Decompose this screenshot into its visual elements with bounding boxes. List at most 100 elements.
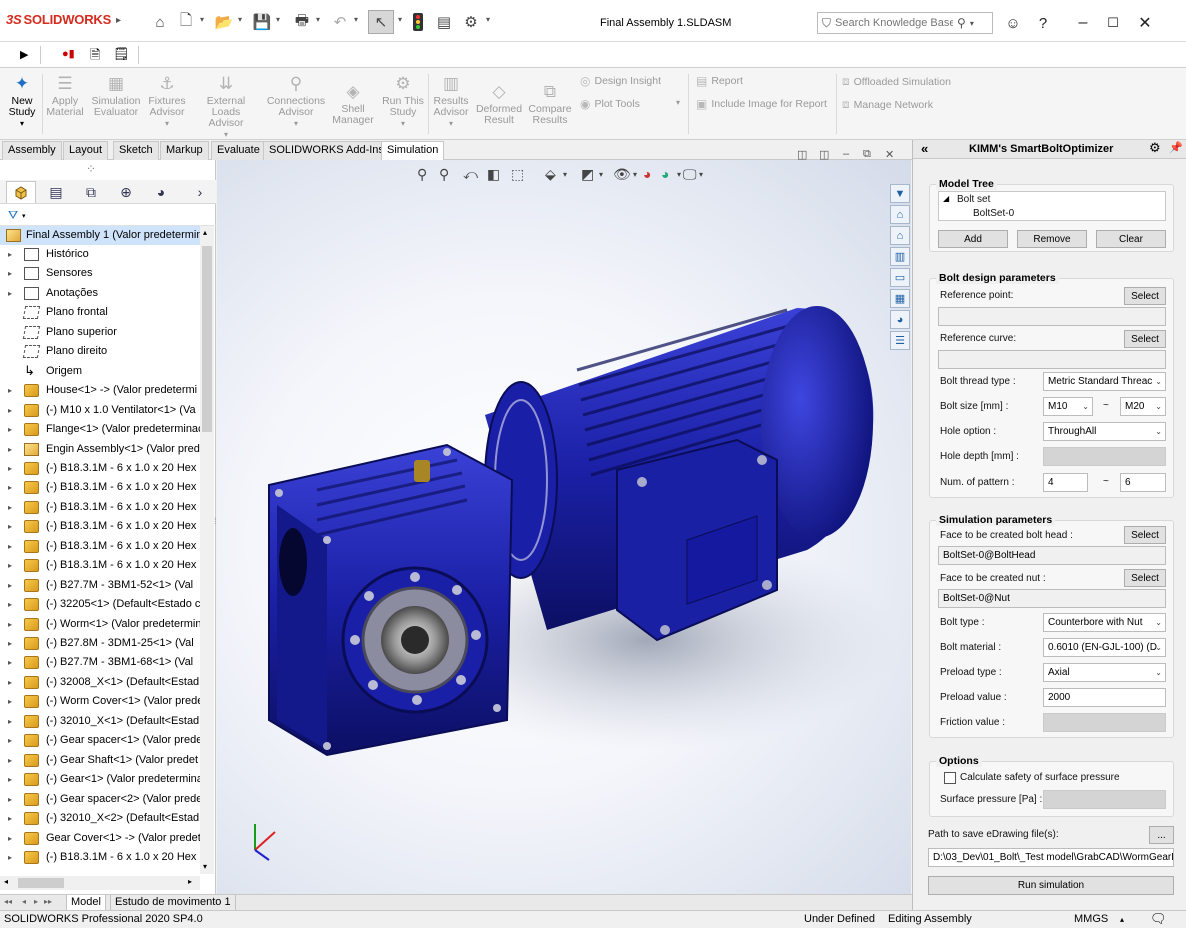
connections-advisor-button[interactable]: ⚲ Connections Advisor ▾ bbox=[264, 72, 328, 129]
worm-gear-motor-model[interactable] bbox=[217, 160, 911, 894]
filter-icon[interactable]: ⛛ bbox=[8, 208, 18, 223]
configuration-manager-tab-icon[interactable]: ⧉ bbox=[76, 181, 106, 203]
tree-item[interactable]: Plano direito bbox=[0, 342, 200, 361]
macro-edit-icon[interactable]: 🗒 bbox=[113, 46, 130, 62]
design-library-tab-icon[interactable]: ▥ bbox=[890, 247, 910, 266]
thread-type-select[interactable]: Metric Standard Threac ⌄ bbox=[1043, 372, 1166, 391]
settings-gear-icon[interactable]: ⚙ bbox=[1149, 140, 1161, 156]
tree-expand-icon[interactable]: ▸ bbox=[8, 634, 12, 653]
close-icon[interactable]: ✕ bbox=[1134, 12, 1156, 34]
dimxpert-tab-icon[interactable]: ⊕ bbox=[111, 181, 141, 203]
tree-item[interactable]: ▸ (-) 32010_X<1> (Default<Estad bbox=[0, 712, 200, 731]
tree-item[interactable]: ▸ (-) 32010_X<2> (Default<Estad bbox=[0, 809, 200, 828]
tree-expand-icon[interactable]: ▸ bbox=[8, 556, 12, 575]
manage-network-button[interactable]: ⧈ Manage Network bbox=[842, 97, 933, 112]
run-simulation-button[interactable]: Run simulation bbox=[928, 876, 1174, 895]
tree-item[interactable]: ▸ (-) B18.3.1M - 6 x 1.0 x 20 Hex bbox=[0, 848, 200, 867]
tree-expand-icon[interactable]: ▸ bbox=[8, 731, 12, 750]
offloaded-simulation-button[interactable]: ⧈ Offloaded Simulation bbox=[842, 74, 951, 89]
print-icon[interactable]: 🖶 bbox=[292, 12, 312, 32]
include-image-button[interactable]: ▣ Include Image for Report bbox=[696, 97, 827, 111]
select-reference-point-button[interactable]: Select bbox=[1124, 287, 1166, 305]
resources-tab-icon[interactable]: ⌂ bbox=[890, 205, 910, 224]
options-gear-icon[interactable]: ⚙ bbox=[461, 12, 481, 32]
tree-item[interactable]: ▸ House<1> -> (Valor predetermi bbox=[0, 381, 200, 400]
tree-expand-icon[interactable]: ▸ bbox=[8, 829, 12, 848]
undo-dropdown-icon[interactable]: ▾ bbox=[354, 15, 358, 24]
tab-sketch[interactable]: Sketch bbox=[113, 141, 159, 160]
tree-expand-icon[interactable]: ▸ bbox=[8, 381, 12, 400]
tree-item[interactable]: ▸ Engin Assembly<1> (Valor prede bbox=[0, 440, 200, 459]
tree-item[interactable]: ↳ Origem bbox=[0, 362, 200, 381]
file-explorer-tab-icon[interactable]: ▭ bbox=[890, 268, 910, 287]
pattern-min-field[interactable]: 4 bbox=[1043, 473, 1088, 492]
options-dropdown-icon[interactable]: ▾ bbox=[486, 15, 490, 24]
tree-node-bolt-set[interactable]: Bolt set bbox=[957, 194, 990, 205]
chevron-down-icon[interactable]: ▾ bbox=[676, 98, 680, 107]
add-button[interactable]: Add bbox=[938, 230, 1008, 248]
bolt-size-max-select[interactable]: M20 ⌄ bbox=[1120, 397, 1166, 416]
select-cursor-icon[interactable]: ↖ bbox=[368, 10, 394, 34]
tree-item[interactable]: ▸ Anotações bbox=[0, 284, 200, 303]
units-dropdown-icon[interactable]: ▴ bbox=[1120, 915, 1124, 924]
reference-curve-field[interactable] bbox=[938, 350, 1166, 369]
shell-manager-button[interactable]: ◈ Shell Manager bbox=[330, 80, 376, 126]
apply-material-button[interactable]: ☰ Apply Material bbox=[44, 72, 86, 118]
undo-icon[interactable]: ↶ bbox=[330, 12, 350, 32]
tree-item[interactable]: ▸ (-) B18.3.1M - 6 x 1.0 x 20 Hex bbox=[0, 498, 200, 517]
tab-scroll-next-icon[interactable]: ▸ bbox=[34, 897, 38, 906]
help-icon[interactable]: ? bbox=[1032, 12, 1054, 34]
tree-expand-icon[interactable]: ▸ bbox=[8, 537, 12, 556]
tree-item[interactable]: ▸ (-) Gear spacer<1> (Valor predet bbox=[0, 731, 200, 750]
select-nut-face-button[interactable]: Select bbox=[1124, 569, 1166, 587]
home-tab-icon[interactable]: ⌂ bbox=[890, 226, 910, 245]
design-insight-button[interactable]: ◎ Design Insight bbox=[580, 74, 661, 88]
pattern-max-field[interactable]: 6 bbox=[1120, 473, 1166, 492]
save-dropdown-icon[interactable]: ▾ bbox=[276, 15, 280, 24]
select-dropdown-icon[interactable]: ▾ bbox=[398, 15, 402, 24]
plot-tools-button[interactable]: ◉ Plot Tools bbox=[580, 97, 640, 111]
reference-point-field[interactable] bbox=[938, 307, 1166, 326]
report-button[interactable]: ▤ Report bbox=[696, 74, 743, 88]
macro-new-icon[interactable]: 🗎 bbox=[90, 46, 100, 68]
bolt-head-face-field[interactable]: BoltSet-0@BoltHead bbox=[938, 546, 1166, 565]
tree-expand-icon[interactable]: ▸ bbox=[8, 809, 12, 828]
edrawing-path-field[interactable]: D:\03_Dev\01_Bolt\_Test model\GrabCAD\Wo… bbox=[928, 848, 1174, 867]
panel-grip-icon[interactable]: ⁘ bbox=[86, 162, 96, 176]
search-box[interactable]: ⛉ ⚲ ▾ bbox=[817, 12, 993, 34]
select-bolt-head-face-button[interactable]: Select bbox=[1124, 526, 1166, 544]
user-account-icon[interactable]: ☺ bbox=[1002, 12, 1024, 34]
hole-depth-field[interactable] bbox=[1043, 447, 1166, 466]
tree-item[interactable]: ▸ (-) B18.3.1M - 6 x 1.0 x 20 Hex bbox=[0, 537, 200, 556]
tree-item[interactable]: ▸ (-) Gear Shaft<1> (Valor predet bbox=[0, 751, 200, 770]
property-manager-tab-icon[interactable]: ▤ bbox=[41, 181, 71, 203]
new-study-button[interactable]: ✦ New Study ▾ bbox=[4, 72, 40, 129]
tab-evaluate[interactable]: Evaluate bbox=[211, 141, 266, 160]
smartbolt-tab-icon[interactable]: ▼ bbox=[890, 184, 910, 203]
tab-model[interactable]: Model bbox=[66, 895, 106, 911]
tree-expand-icon[interactable]: ▸ bbox=[8, 615, 12, 634]
surface-pressure-checkbox[interactable] bbox=[944, 772, 956, 784]
hole-option-select[interactable]: ThroughAll ⌄ bbox=[1043, 422, 1166, 441]
minimize-icon[interactable]: – bbox=[1072, 12, 1094, 34]
tab-simulation[interactable]: Simulation bbox=[381, 141, 445, 161]
tree-expand-icon[interactable]: ▸ bbox=[8, 517, 12, 536]
open-dropdown-icon[interactable]: ▾ bbox=[238, 15, 242, 24]
file-properties-icon[interactable]: ▤ bbox=[434, 12, 454, 32]
tree-expand-icon[interactable]: ▸ bbox=[8, 420, 12, 439]
tab-scroll-prev-icon[interactable]: ◂ bbox=[22, 897, 26, 906]
pin-icon[interactable]: 📌 bbox=[1169, 141, 1183, 154]
tree-item[interactable]: ▸ (-) Worm Cover<1> (Valor prede bbox=[0, 692, 200, 711]
view-palette-tab-icon[interactable]: ▦ bbox=[890, 289, 910, 308]
tree-expand-icon[interactable]: ▸ bbox=[8, 459, 12, 478]
filter-dropdown-icon[interactable]: ▾ bbox=[22, 212, 26, 220]
tree-expand-icon[interactable]: ▸ bbox=[8, 264, 12, 283]
simulation-evaluator-button[interactable]: ▦ Simulation Evaluator bbox=[88, 72, 144, 118]
new-document-icon[interactable]: 🗋 bbox=[176, 12, 196, 32]
preload-type-select[interactable]: Axial ⌄ bbox=[1043, 663, 1166, 682]
tree-expand-icon[interactable]: ▸ bbox=[8, 440, 12, 459]
tree-expand-icon[interactable]: ▸ bbox=[8, 401, 12, 420]
tree-item[interactable]: ▸ (-) Gear<1> (Valor predetermina bbox=[0, 770, 200, 789]
bolt-tree-view[interactable]: ◢ Bolt set BoltSet-0 bbox=[938, 191, 1166, 221]
bolt-type-select[interactable]: Counterbore with Nut ⌄ bbox=[1043, 613, 1166, 632]
